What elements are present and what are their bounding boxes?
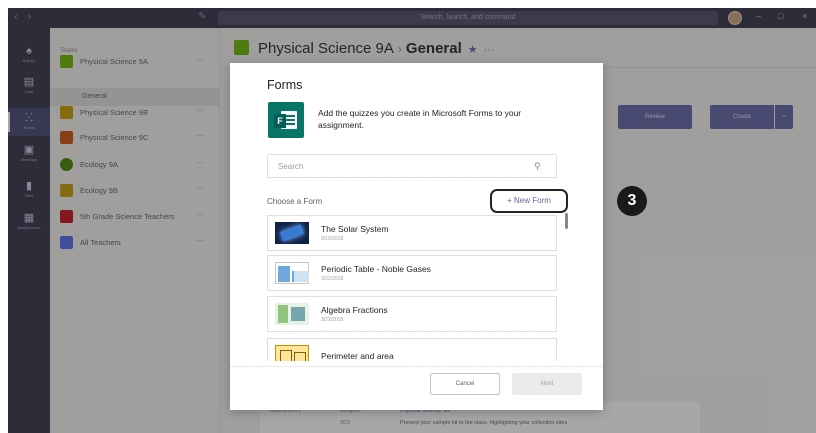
form-name: The Solar System	[321, 224, 389, 234]
step-number-badge: 3	[617, 186, 647, 216]
dialog-divider	[230, 366, 603, 367]
new-form-button[interactable]: + New Form	[490, 189, 568, 213]
forms-search-input[interactable]: Search ⚲	[267, 154, 557, 178]
form-name: Perimeter and area	[321, 351, 394, 361]
dialog-description: Add the quizzes you create in Microsoft …	[318, 108, 522, 130]
form-date: 3/22/2018	[321, 317, 344, 323]
dialog-title: Forms	[267, 78, 303, 92]
list-item[interactable]: Periodic Table - Noble Gases 3/22/2018	[267, 255, 557, 291]
list-scrollbar[interactable]	[565, 213, 568, 229]
form-name: Algebra Fractions	[321, 305, 388, 315]
search-placeholder: Search	[278, 162, 304, 171]
next-button[interactable]: Next	[512, 373, 582, 395]
microsoft-forms-logo-icon: F	[268, 102, 304, 138]
periodic-table-thumbnail	[275, 262, 309, 284]
form-date: 3/22/2018	[321, 276, 344, 282]
form-name: Periodic Table - Noble Gases	[321, 264, 431, 274]
list-item[interactable]: Algebra Fractions 3/22/2018	[267, 296, 557, 332]
cancel-button[interactable]: Cancel	[430, 373, 500, 395]
solar-system-thumbnail	[275, 222, 309, 244]
search-icon[interactable]: ⚲	[534, 161, 541, 172]
algebra-fractions-thumbnail	[275, 303, 309, 325]
choose-form-label: Choose a Form	[267, 197, 323, 206]
form-date: 3/10/2018	[321, 236, 344, 242]
forms-letter: F	[274, 114, 286, 128]
forms-list: The Solar System 3/10/2018 Periodic Tabl…	[267, 215, 559, 361]
list-item[interactable]: The Solar System 3/10/2018	[267, 215, 557, 251]
perimeter-area-thumbnail	[275, 345, 309, 361]
forms-dialog: Forms F Add the quizzes you create in Mi…	[230, 63, 603, 410]
list-item[interactable]: Perimeter and area	[267, 338, 557, 361]
